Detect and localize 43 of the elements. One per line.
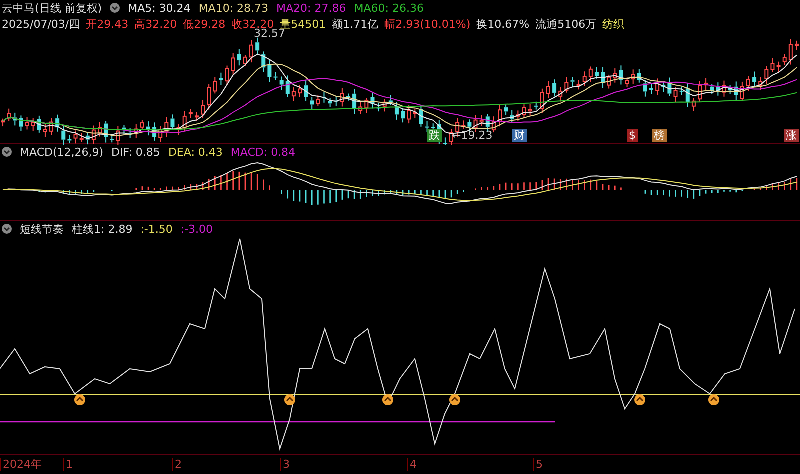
indicator-value: DEA: 0.43 bbox=[168, 146, 223, 158]
quote-value: 幅2.93(10.01%) bbox=[384, 16, 471, 32]
event-marker[interactable]: $ bbox=[627, 129, 638, 142]
up-signal-icon bbox=[450, 394, 460, 406]
indicator-value: :-1.50 bbox=[140, 222, 173, 236]
up-signal-icon bbox=[284, 394, 296, 406]
moving-average-value: MA10: 28.73 bbox=[198, 2, 269, 14]
up-signal-icon bbox=[74, 394, 86, 406]
axis-label: 5 bbox=[533, 458, 543, 471]
moving-average-value: MA20: 27.86 bbox=[276, 2, 346, 14]
quote-value: 量54501 bbox=[280, 16, 326, 30]
up-signal-icon bbox=[634, 394, 646, 406]
event-marker[interactable]: 财 bbox=[512, 129, 527, 142]
quote-value: 纺织 bbox=[602, 16, 625, 32]
axis-label: 2 bbox=[172, 458, 182, 471]
event-marker[interactable]: 跌 bbox=[427, 129, 442, 142]
axis-label: 4 bbox=[407, 458, 417, 471]
quote-value: 额1.71亿 bbox=[332, 16, 379, 32]
quote-value: 低29.28 bbox=[183, 16, 226, 32]
event-marker[interactable]: 涨 bbox=[784, 129, 799, 142]
indicator-title: 短线节奏 bbox=[20, 222, 64, 236]
up-signal-icon bbox=[382, 394, 394, 406]
indicator-value: 柱线1: 2.89 bbox=[72, 222, 133, 236]
collapse-icon[interactable] bbox=[2, 147, 12, 157]
quote-value: 开29.43 bbox=[86, 16, 129, 32]
collapse-icon[interactable] bbox=[110, 3, 120, 13]
quote-value: 高32.20 bbox=[134, 16, 178, 32]
moving-average-value: MA60: 26.36 bbox=[354, 2, 424, 14]
axis-label: 2024年 bbox=[0, 458, 42, 471]
axis-label: 3 bbox=[280, 458, 290, 471]
axis-label: 1 bbox=[63, 458, 73, 471]
moving-average-value: MA5: 30.24 bbox=[128, 2, 191, 14]
collapse-icon[interactable] bbox=[2, 224, 12, 234]
stock-title: 云中马(日线 前复权) bbox=[2, 0, 102, 16]
indicator-value: :-3.00 bbox=[180, 222, 214, 236]
indicator-value: DIF: 0.85 bbox=[112, 146, 160, 158]
up-signal-icon bbox=[708, 394, 720, 406]
quote-value: 换10.67% bbox=[476, 16, 530, 32]
quote-value: 流通5106万 bbox=[536, 16, 597, 32]
event-marker[interactable]: 榜 bbox=[652, 129, 667, 142]
indicator-value: MACD: 0.84 bbox=[230, 146, 296, 158]
quote-date: 2025/07/03/四 bbox=[2, 16, 80, 32]
indicator-title: MACD(12,26,9) bbox=[20, 146, 104, 158]
